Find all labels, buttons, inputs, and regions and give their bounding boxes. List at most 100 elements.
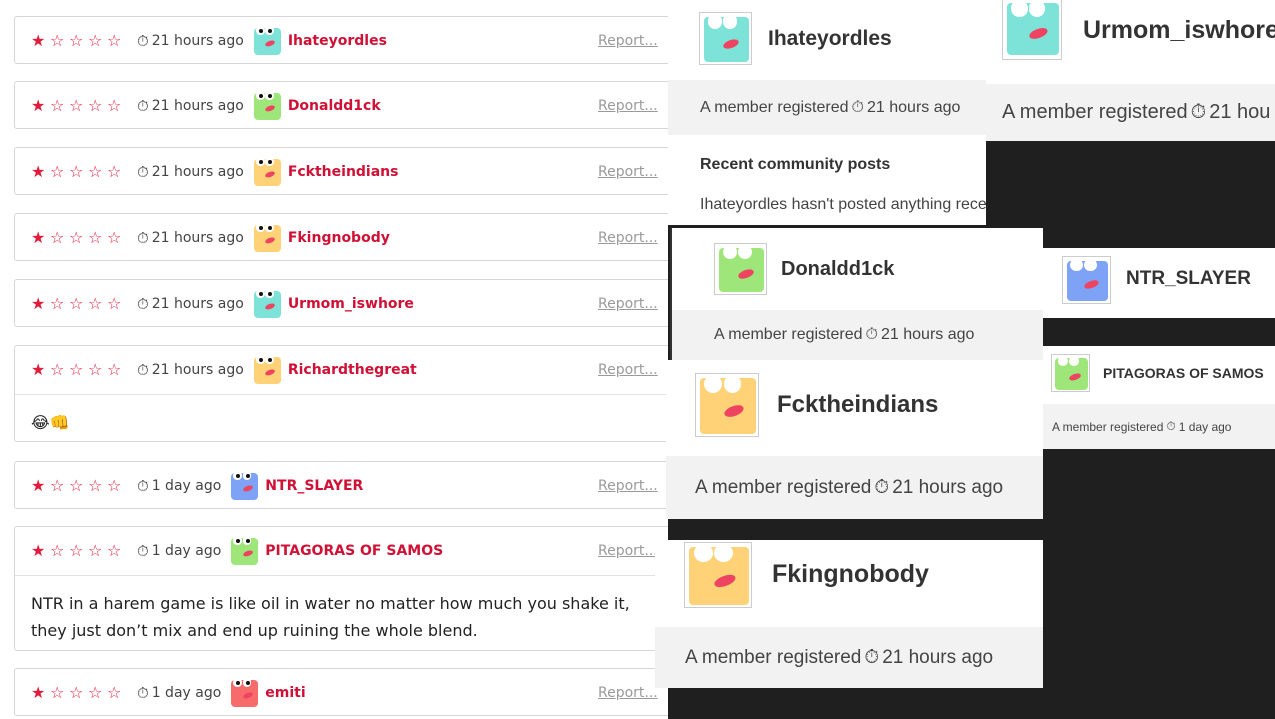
- profile-name[interactable]: Donaldd1ck: [781, 258, 894, 281]
- review-username-link[interactable]: Fkingnobody: [288, 230, 390, 246]
- report-link[interactable]: Report...: [598, 33, 658, 49]
- avatar-part: [704, 374, 723, 393]
- review-username-link[interactable]: emiti: [265, 685, 305, 701]
- avatar: [1002, 0, 1062, 60]
- avatar-part: [265, 25, 274, 35]
- avatar[interactable]: [253, 354, 281, 384]
- frog-avatar-image: [719, 245, 764, 292]
- profile-registered: A member registered ⏱ 1 day ago: [1043, 404, 1275, 449]
- star-rating: ★ ☆ ☆ ☆ ☆: [31, 98, 135, 114]
- review-time: ⏱ 1 day ago: [137, 542, 221, 560]
- registered-prefix: A member registered: [1052, 419, 1164, 434]
- profile-card-urmom-iswhore: Urmom_iswhore A member registered ⏱ 21 h…: [986, 0, 1275, 141]
- profile-name[interactable]: Urmom_iswhore: [1083, 16, 1275, 45]
- clock-icon: ⏱: [865, 326, 878, 343]
- profile-name[interactable]: Ihateyordles: [768, 27, 892, 51]
- review-time-text: 21 hours ago: [151, 296, 244, 312]
- avatar-part: [255, 25, 265, 35]
- avatar-part: [693, 543, 713, 563]
- review-time-text: 21 hours ago: [151, 33, 244, 49]
- registered-time: 21 hours ago: [892, 476, 1004, 498]
- profile-name[interactable]: Fcktheindians: [777, 391, 938, 419]
- report-link[interactable]: Report...: [598, 296, 658, 312]
- avatar-part: [1011, 0, 1028, 17]
- review-username-link[interactable]: NTR_SLAYER: [265, 478, 363, 494]
- profile-card-fkingnobody: Fkingnobody A member registered ⏱ 21 hou…: [655, 540, 1043, 688]
- review-username-link[interactable]: Donaldd1ck: [288, 98, 381, 114]
- avatar[interactable]: [253, 156, 281, 186]
- profile-name[interactable]: NTR_SLAYER: [1126, 268, 1251, 290]
- clock-icon: ⏱: [137, 477, 149, 495]
- avatar[interactable]: [231, 535, 259, 565]
- profile-registered: A member registered ⏱ 21 hours ago: [666, 456, 1043, 519]
- review-time: ⏱ 1 day ago: [137, 477, 221, 495]
- review-username-link[interactable]: Fcktheindians: [288, 164, 399, 180]
- clock-icon: ⏱: [137, 361, 149, 379]
- star-filled-icon: ★: [31, 476, 46, 495]
- review-time: ⏱ 21 hours ago: [137, 361, 244, 379]
- review-body: NTR in a harem game is like oil in water…: [15, 575, 668, 644]
- report-link[interactable]: Report...: [598, 362, 658, 378]
- review-header: ★ ☆ ☆ ☆ ☆ ⏱ 21 hours ago Ihateyordles Report...: [15, 17, 668, 65]
- report-link[interactable]: Report...: [598, 685, 658, 701]
- registered-prefix: A member registered: [1002, 101, 1188, 123]
- star-empty-icon: ☆: [107, 96, 122, 115]
- clock-icon: ⏱: [1166, 419, 1176, 433]
- avatar-part: [265, 90, 274, 100]
- profile-name[interactable]: Fkingnobody: [772, 560, 929, 589]
- clock-icon: ⏱: [874, 476, 890, 498]
- report-link[interactable]: Report...: [598, 230, 658, 246]
- registered-time: 21 hours ago: [881, 326, 975, 343]
- star-filled-icon: ★: [31, 96, 46, 115]
- report-link[interactable]: Report...: [598, 98, 658, 114]
- review-username-link[interactable]: PITAGORAS OF SAMOS: [265, 543, 443, 559]
- star-empty-icon: ☆: [69, 96, 84, 115]
- avatar[interactable]: [231, 677, 259, 707]
- star-empty-icon: ☆: [107, 360, 122, 379]
- avatar-part: [255, 156, 265, 166]
- avatar: [1051, 354, 1090, 392]
- avatar: [699, 12, 752, 65]
- avatar[interactable]: [253, 222, 281, 252]
- report-link[interactable]: Report...: [598, 478, 658, 494]
- avatar[interactable]: [231, 470, 259, 500]
- profile-name[interactable]: PITAGORAS OF SAMOS: [1103, 365, 1264, 381]
- star-filled-icon: ★: [31, 360, 46, 379]
- star-filled-icon: ★: [31, 31, 46, 50]
- star-rating: ★ ☆ ☆ ☆ ☆: [31, 296, 135, 312]
- star-empty-icon: ☆: [69, 541, 84, 560]
- registered-prefix: A member registered: [685, 646, 862, 668]
- registered-time: 1 day ago: [1178, 419, 1232, 434]
- review-header: ★ ☆ ☆ ☆ ☆ ⏱ 1 day ago emiti Report...: [15, 669, 668, 717]
- avatar: [714, 243, 767, 295]
- star-filled-icon: ★: [31, 162, 46, 181]
- registered-prefix: A member registered: [700, 98, 849, 116]
- avatar-part: [1028, 0, 1046, 17]
- avatar[interactable]: [253, 288, 281, 318]
- avatar-part: [242, 677, 252, 687]
- star-empty-icon: ☆: [88, 541, 103, 560]
- review-username-link[interactable]: Urmom_iswhore: [288, 296, 414, 312]
- profile-registered: A member registered ⏱ 21 hours ago: [668, 80, 986, 135]
- community-posts-heading: Recent community posts: [700, 156, 891, 173]
- avatar-part: [265, 354, 274, 364]
- clock-icon: ⏱: [851, 98, 864, 116]
- report-link[interactable]: Report...: [598, 164, 658, 180]
- star-empty-icon: ☆: [69, 162, 84, 181]
- avatar[interactable]: [253, 90, 281, 120]
- review-username-link[interactable]: Richardthegreat: [288, 362, 417, 378]
- report-link[interactable]: Report...: [598, 543, 658, 559]
- clock-icon: ⏱: [864, 646, 880, 668]
- avatar-part: [242, 535, 252, 545]
- avatar[interactable]: [253, 25, 281, 55]
- review-time-text: 21 hours ago: [151, 164, 244, 180]
- star-empty-icon: ☆: [88, 31, 103, 50]
- review-body: 😂👊: [15, 394, 668, 436]
- star-empty-icon: ☆: [50, 683, 65, 702]
- star-rating: ★ ☆ ☆ ☆ ☆: [31, 543, 135, 559]
- star-empty-icon: ☆: [50, 96, 65, 115]
- reviews-list: ★ ☆ ☆ ☆ ☆ ⏱ 21 hours ago Ihateyordles Report... ★…: [0, 0, 668, 719]
- star-empty-icon: ☆: [107, 228, 122, 247]
- review-username-link[interactable]: Ihateyordles: [288, 33, 387, 49]
- review-item: ★ ☆ ☆ ☆ ☆ ⏱ 21 hours ago Ihateyordles Report...: [14, 16, 668, 64]
